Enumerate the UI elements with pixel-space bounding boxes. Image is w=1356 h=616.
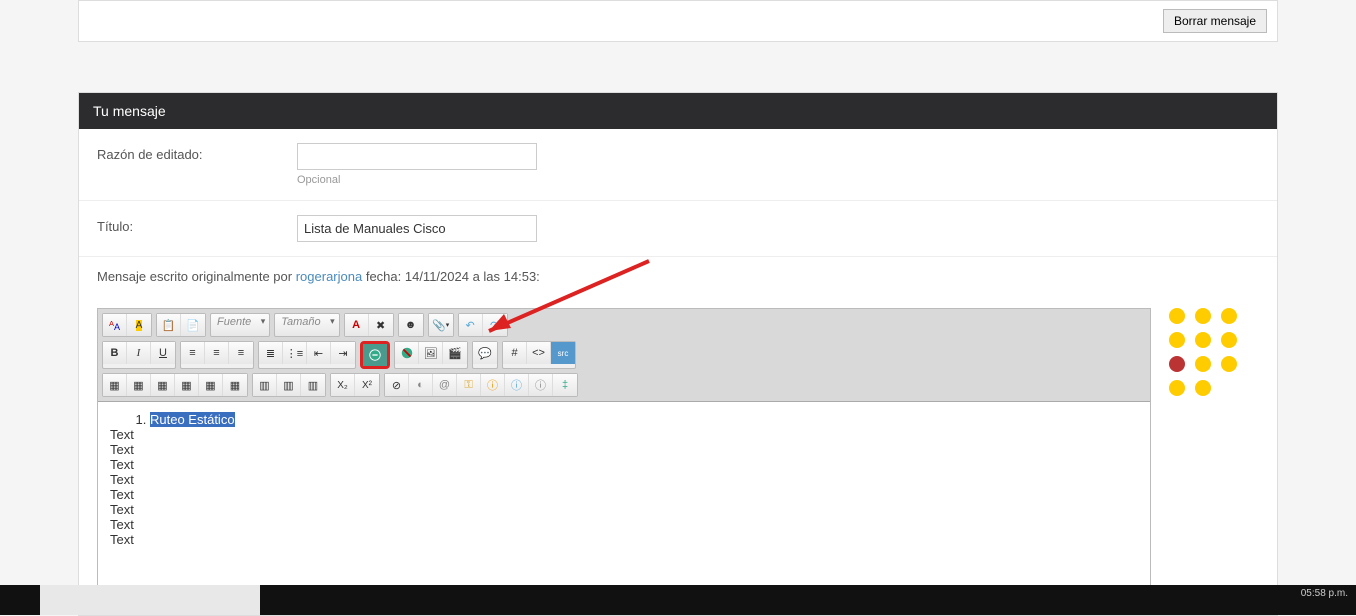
table2-icon[interactable]: ▦: [127, 374, 151, 396]
unordered-list-icon[interactable]: ⋮≡: [283, 342, 307, 364]
text-line: Text: [110, 532, 1138, 547]
emoji-smile[interactable]: [1169, 308, 1185, 324]
original-suffix: fecha: 14/11/2024 a las 14:53:: [362, 269, 540, 284]
source-icon[interactable]: src: [551, 342, 575, 364]
hash-icon[interactable]: #: [503, 342, 527, 364]
outdent-icon[interactable]: ⇤: [307, 342, 331, 364]
info1-icon[interactable]: ⓘ: [481, 374, 505, 396]
table5-icon[interactable]: ▦: [199, 374, 223, 396]
original-author-link[interactable]: rogerarjona: [296, 269, 363, 284]
edit-reason-label: Razón de editado:: [97, 143, 297, 162]
taskbar-start-area[interactable]: [40, 585, 260, 615]
table3-icon[interactable]: ▦: [151, 374, 175, 396]
text-line: Text: [110, 517, 1138, 532]
bold-button[interactable]: B: [103, 342, 127, 364]
message-panel: Tu mensaje Razón de editado: Opcional Tí…: [78, 92, 1278, 616]
emoji-angry[interactable]: [1169, 356, 1185, 372]
title-input[interactable]: [297, 215, 537, 242]
textcolor-icon[interactable]: A: [345, 314, 369, 336]
insert-link-icon[interactable]: [363, 344, 387, 366]
copy-icon[interactable]: 📋: [157, 314, 181, 336]
list-item-1: Ruteo Estático: [150, 412, 235, 427]
col-icon[interactable]: ▥: [253, 374, 277, 396]
symbol-icon[interactable]: ‡: [553, 374, 577, 396]
paste-icon[interactable]: 📄: [181, 314, 205, 336]
edit-reason-input[interactable]: [297, 143, 537, 170]
text-line: Text: [110, 487, 1138, 502]
editor-toolbar: AA A 📋 📄 Fuente Tamaño A ✖: [98, 309, 1150, 402]
underline-button[interactable]: U: [151, 342, 175, 364]
video-icon[interactable]: 🎬: [443, 342, 467, 364]
align-left-icon[interactable]: ≡: [181, 342, 205, 364]
unlink-icon[interactable]: [395, 342, 419, 364]
text-line: Text: [110, 472, 1138, 487]
strike-icon[interactable]: ⊘: [385, 374, 409, 396]
editor-content-area[interactable]: Ruteo Estático Text Text Text Text Text …: [98, 402, 1150, 602]
font-color-icon[interactable]: AA: [103, 314, 127, 336]
size-select[interactable]: Tamaño: [274, 313, 339, 337]
info3-icon[interactable]: ⓘ: [529, 374, 553, 396]
edit-reason-row: Razón de editado: Opcional: [79, 129, 1277, 201]
ordered-list-icon[interactable]: ≣: [259, 342, 283, 364]
clear-format-icon[interactable]: ✖: [369, 314, 393, 336]
emoji-meh[interactable]: [1195, 380, 1211, 396]
align-right-icon[interactable]: ≡: [229, 342, 253, 364]
title-row: Título:: [79, 201, 1277, 257]
top-action-bar: Borrar mensaje: [78, 0, 1278, 42]
edit-reason-helper: Opcional: [297, 174, 1259, 186]
quote-icon[interactable]: 💬: [473, 342, 497, 364]
italic-button[interactable]: I: [127, 342, 151, 364]
special1-icon[interactable]: ◐: [409, 374, 433, 396]
delete-message-button[interactable]: Borrar mensaje: [1163, 9, 1267, 33]
emoji-cool[interactable]: [1169, 380, 1185, 396]
col3-icon[interactable]: ▥: [301, 374, 325, 396]
table4-icon[interactable]: ▦: [175, 374, 199, 396]
rich-text-editor: AA A 📋 📄 Fuente Tamaño A ✖: [97, 308, 1151, 603]
subscript-icon[interactable]: X₂: [331, 374, 355, 396]
emoji-confused[interactable]: [1195, 308, 1211, 324]
indent-icon[interactable]: ⇥: [331, 342, 355, 364]
emoji-tongue[interactable]: [1195, 356, 1211, 372]
info2-icon[interactable]: ⓘ: [505, 374, 529, 396]
emoji-smirk[interactable]: [1221, 356, 1237, 372]
text-line: Text: [110, 457, 1138, 472]
taskbar-time: 05:58 p.m.: [1301, 588, 1348, 599]
attach-icon[interactable]: 📎▾: [429, 314, 453, 336]
mention-icon[interactable]: @: [433, 374, 457, 396]
table-icon[interactable]: ▦: [103, 374, 127, 396]
os-taskbar: 05:58 p.m.: [0, 585, 1356, 615]
font-select[interactable]: Fuente: [210, 313, 270, 337]
highlight-icon[interactable]: A: [127, 314, 151, 336]
text-line: Text: [110, 427, 1138, 442]
original-message-info: Mensaje escrito originalmente por rogera…: [79, 257, 1277, 296]
emoji-laugh[interactable]: [1195, 332, 1211, 348]
text-line: Text: [110, 502, 1138, 517]
image-icon[interactable]: 🖼: [419, 342, 443, 364]
table6-icon[interactable]: ▦: [223, 374, 247, 396]
key-icon[interactable]: ⚿: [457, 374, 481, 396]
undo-icon[interactable]: ↶: [459, 314, 483, 336]
superscript-icon[interactable]: X²: [355, 374, 379, 396]
code-icon[interactable]: <>: [527, 342, 551, 364]
emoji-grin[interactable]: [1221, 308, 1237, 324]
emoji-icon[interactable]: ☻: [399, 314, 423, 336]
original-prefix: Mensaje escrito originalmente por: [97, 269, 296, 284]
emoji-wink[interactable]: [1169, 332, 1185, 348]
col2-icon[interactable]: ▥: [277, 374, 301, 396]
title-label: Título:: [97, 215, 297, 234]
emoji-sad[interactable]: [1221, 332, 1237, 348]
redo-icon[interactable]: ↷: [483, 314, 507, 336]
align-center-icon[interactable]: ≡: [205, 342, 229, 364]
emoji-panel: [1169, 308, 1259, 603]
panel-title: Tu mensaje: [79, 93, 1277, 129]
text-line: Text: [110, 442, 1138, 457]
